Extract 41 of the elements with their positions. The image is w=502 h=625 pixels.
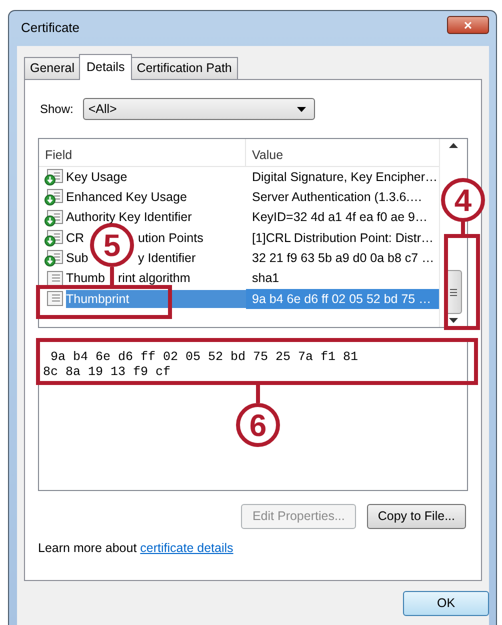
- tab[interactable]: Details: [79, 54, 132, 80]
- tab[interactable]: Certification Path: [130, 57, 238, 79]
- certificate-icon: [44, 208, 64, 227]
- scroll-down-icon[interactable]: [449, 318, 458, 323]
- show-label: Show:: [40, 101, 74, 118]
- field-name[interactable]: Enhanced Key Usage: [66, 188, 246, 207]
- field-value[interactable]: KeyID=32 4d a1 4f ea f0 ae 9…: [246, 208, 439, 228]
- certificate-icon: [44, 188, 64, 206]
- certificate-icon: [44, 168, 64, 186]
- document-icon: [44, 270, 64, 288]
- field-name: CR: [66, 230, 84, 247]
- tab[interactable]: General: [24, 57, 80, 79]
- field-value[interactable]: Digital Signature, Key Encipher…: [246, 167, 439, 188]
- learn-more-text: Learn more about: [38, 541, 138, 555]
- callout-number: 6: [249, 408, 267, 443]
- field-value[interactable]: sha1: [246, 268, 439, 289]
- document-icon: [44, 290, 64, 308]
- certificate-icon: [44, 229, 64, 248]
- show-dropdown[interactable]: <All>: [83, 98, 316, 120]
- callout-number: 5: [103, 228, 121, 263]
- field-name[interactable]: y Identifier: [138, 248, 246, 268]
- ok-button[interactable]: OK: [403, 591, 489, 616]
- column-header[interactable]: Field: [39, 139, 246, 166]
- field-name: Sub: [66, 250, 88, 267]
- certificate-icon: [44, 249, 64, 268]
- window-title: Certificate: [20, 19, 80, 37]
- field-name[interactable]: rint algorithm: [118, 269, 246, 288]
- copy-to-file-button[interactable]: Copy to File...: [366, 504, 466, 529]
- field-value[interactable]: 32 21 f9 63 5b a9 d0 0a b8 c7 …: [246, 248, 439, 268]
- field-name[interactable]: Authority Key Identifier: [66, 208, 246, 228]
- field-name: Thumb: [66, 270, 105, 288]
- callout-number: 4: [454, 183, 472, 218]
- field-value[interactable]: Server Authentication (1.3.6.…: [246, 187, 439, 208]
- certificate-details-link[interactable]: certificate details: [140, 541, 234, 555]
- field-name[interactable]: ution Points: [138, 228, 246, 248]
- field-value[interactable]: 9a b4 6e d6 ff 02 05 52 bd 75 …: [246, 288, 439, 310]
- caret-icon: [297, 106, 306, 112]
- column-header[interactable]: Value: [246, 139, 288, 166]
- scroll-up-icon[interactable]: [449, 143, 458, 148]
- field-value[interactable]: [1]CRL Distribution Point: Distr…: [246, 228, 439, 248]
- field-name[interactable]: Key Usage: [66, 168, 246, 187]
